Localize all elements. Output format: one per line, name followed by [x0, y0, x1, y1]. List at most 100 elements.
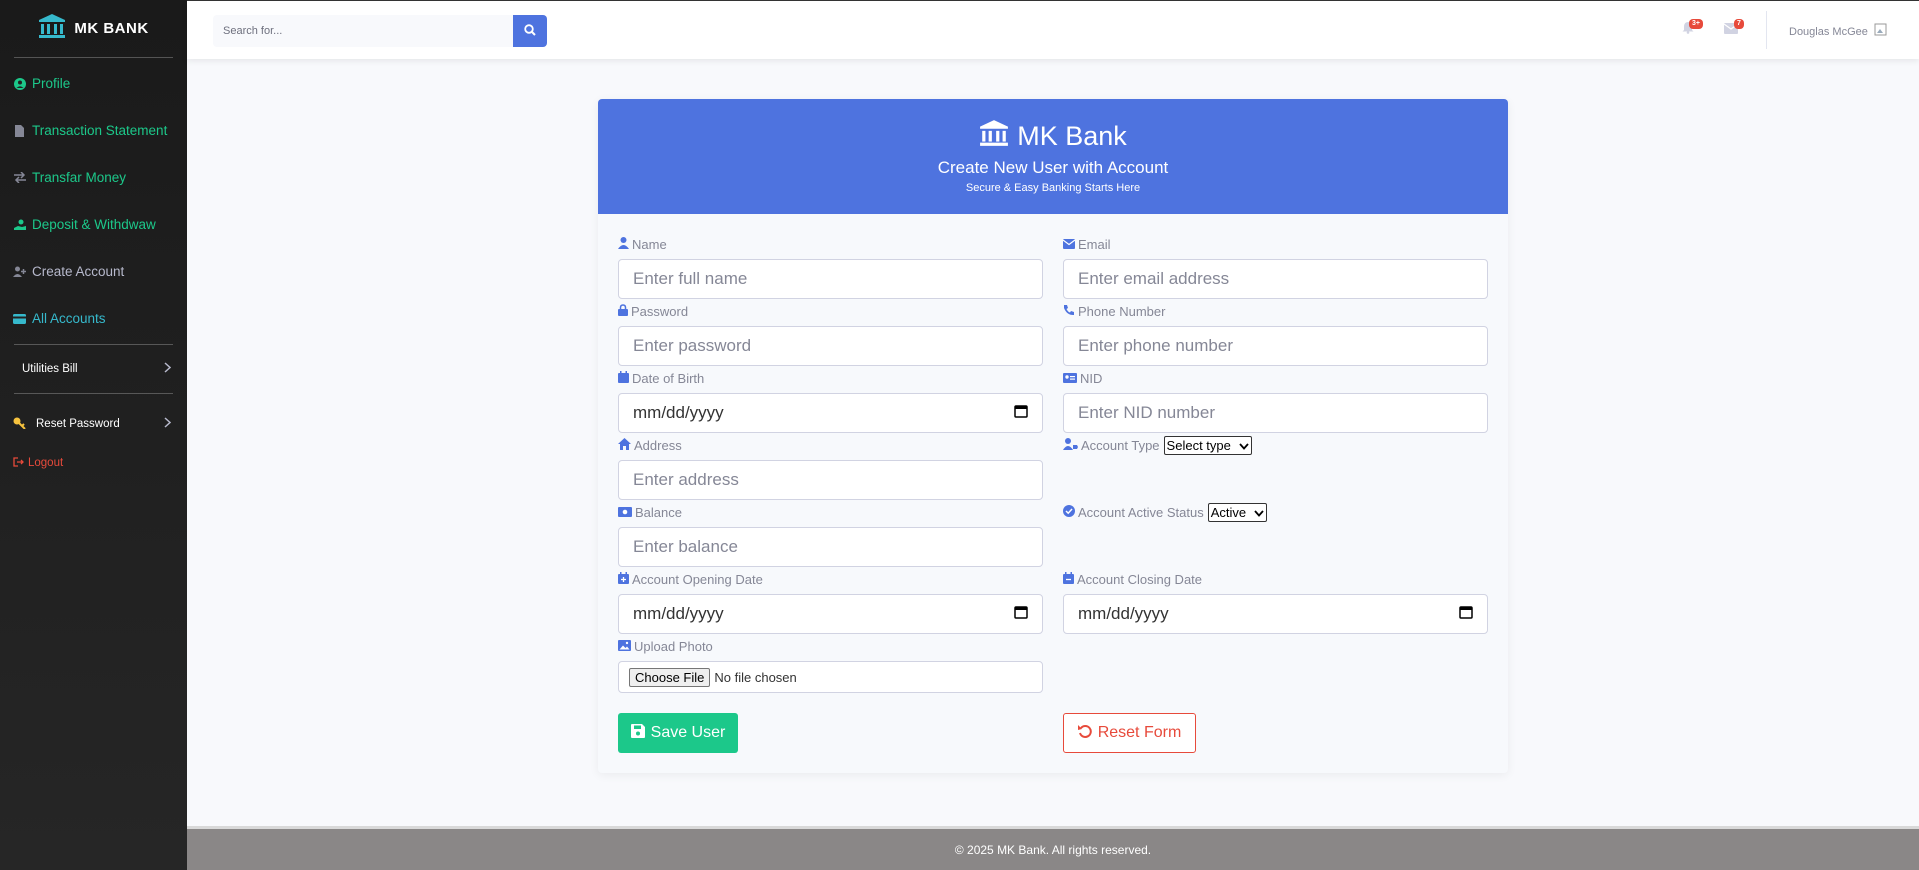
- card-title-text: MK Bank: [1017, 121, 1127, 151]
- closing-date-field: Account Closing Date mm/dd/yyyy: [1063, 571, 1488, 634]
- name-field: Name: [618, 236, 1043, 299]
- card-header: MK Bank Create New User with Account Sec…: [598, 99, 1508, 214]
- closing-date-label: Account Closing Date: [1077, 572, 1203, 587]
- image-icon: [618, 639, 631, 654]
- copyright-text: © 2025 MK Bank. All rights reserved.: [954, 842, 1152, 857]
- file-icon: [13, 124, 26, 137]
- sidebar-item-label: Profile: [32, 76, 71, 91]
- user-plus-icon: [13, 265, 26, 278]
- exchange-icon: [13, 171, 26, 184]
- dob-label: Date of Birth: [632, 371, 705, 386]
- sidebar-item-transaction-statement[interactable]: Transaction Statement: [0, 107, 187, 154]
- calendar-picker-icon[interactable]: [1014, 604, 1028, 624]
- search-button[interactable]: [513, 15, 547, 47]
- email-input[interactable]: [1063, 259, 1488, 299]
- id-card-icon: [1063, 371, 1077, 386]
- calendar-picker-icon[interactable]: [1014, 403, 1028, 423]
- sidebar: MK BANK Profile Transaction Statement Tr…: [0, 0, 187, 870]
- sidebar-item-label: Create Account: [32, 264, 125, 279]
- sign-out-icon: [13, 456, 24, 470]
- password-field: Password: [618, 303, 1043, 366]
- user-menu[interactable]: Douglas McGee: [1789, 23, 1888, 40]
- chevron-down-icon: [1254, 505, 1264, 520]
- upload-photo-field: Upload Photo Choose File No file chosen: [618, 638, 1043, 693]
- sidebar-item-label: Transaction Statement: [32, 123, 168, 138]
- account-type-field: Account Type Select type: [1063, 436, 1488, 455]
- active-status-label: Account Active Status: [1078, 505, 1204, 520]
- search-input[interactable]: [213, 15, 513, 47]
- email-label: Email: [1078, 237, 1111, 252]
- footer: © 2025 MK Bank. All rights reserved.: [187, 826, 1919, 870]
- messages-button[interactable]: 7: [1723, 19, 1744, 39]
- phone-input[interactable]: [1063, 326, 1488, 366]
- sidebar-item-utilities-bill[interactable]: Utilities Bill: [0, 345, 187, 393]
- account-type-select[interactable]: Select type: [1163, 436, 1252, 455]
- user-name: Douglas McGee: [1789, 25, 1868, 38]
- messages-badge: 7: [1734, 19, 1744, 29]
- account-type-label: Account Type: [1081, 438, 1160, 453]
- password-input[interactable]: [618, 326, 1043, 366]
- email-field: Email: [1062, 236, 1488, 299]
- name-input[interactable]: [618, 259, 1043, 299]
- alerts-button[interactable]: 3+: [1682, 19, 1703, 39]
- balance-field: Balance: [618, 504, 1043, 567]
- create-user-card: MK Bank Create New User with Account Sec…: [598, 99, 1508, 773]
- dob-input[interactable]: mm/dd/yyyy: [618, 393, 1043, 433]
- photo-file-input[interactable]: Choose File No file chosen: [618, 661, 1043, 693]
- phone-label: Phone Number: [1078, 304, 1166, 319]
- key-icon: [13, 417, 26, 432]
- search-bar: [213, 15, 547, 47]
- sidebar-brand[interactable]: MK BANK: [14, 0, 173, 58]
- account-type-selected: Select type: [1166, 438, 1231, 453]
- sidebar-item-create-account[interactable]: Create Account: [0, 248, 187, 295]
- sidebar-item-all-accounts[interactable]: All Accounts: [0, 295, 187, 342]
- opening-date-label: Account Opening Date: [632, 572, 763, 587]
- check-circle-icon: [1063, 505, 1075, 520]
- sidebar-item-deposit-withdraw[interactable]: Deposit & Withdwaw: [0, 201, 187, 248]
- topbar: 3+ 7 Douglas McGee: [187, 0, 1919, 59]
- save-user-button[interactable]: Save User: [618, 713, 738, 753]
- password-label: Password: [631, 304, 689, 319]
- active-status-select[interactable]: Active: [1207, 503, 1268, 522]
- user-tag-icon: [1063, 438, 1078, 453]
- chevron-right-icon: [164, 362, 172, 376]
- sidebar-item-label: Reset Password: [36, 418, 120, 430]
- address-field: Address: [618, 437, 1043, 500]
- dob-field: Date of Birth mm/dd/yyyy: [618, 370, 1043, 433]
- choose-file-button[interactable]: Choose File: [629, 667, 711, 687]
- search-icon: [524, 23, 536, 39]
- dob-placeholder: mm/dd/yyyy: [633, 403, 724, 422]
- card-subtitle: Create New User with Account: [937, 158, 1169, 177]
- phone-icon: [1063, 304, 1075, 319]
- sidebar-item-label: All Accounts: [32, 311, 106, 326]
- closing-date-placeholder: mm/dd/yyyy: [1078, 604, 1169, 623]
- sidebar-item-transfer-money[interactable]: Transfar Money: [0, 154, 187, 201]
- home-icon: [618, 438, 631, 453]
- envelope-icon: [1062, 237, 1076, 252]
- hand-holding-money-icon: [13, 218, 26, 231]
- address-label: Address: [634, 438, 682, 453]
- brand-name: MK BANK: [74, 20, 149, 37]
- sidebar-item-logout[interactable]: Logout: [0, 448, 187, 478]
- sidebar-item-label: Logout: [28, 457, 64, 469]
- sidebar-item-reset-password[interactable]: Reset Password: [0, 400, 187, 448]
- balance-label: Balance: [635, 505, 682, 520]
- no-file-text: No file chosen: [714, 669, 797, 685]
- closing-date-input[interactable]: mm/dd/yyyy: [1063, 594, 1488, 634]
- nid-input[interactable]: [1063, 393, 1488, 433]
- chevron-down-icon: [1239, 438, 1249, 453]
- active-status-selected: Active: [1210, 505, 1247, 520]
- opening-date-input[interactable]: mm/dd/yyyy: [618, 594, 1043, 634]
- phone-field: Phone Number: [1063, 303, 1488, 366]
- sidebar-item-label: Transfar Money: [32, 170, 127, 185]
- credit-card-icon: [13, 312, 26, 325]
- address-input[interactable]: [618, 460, 1043, 500]
- card-tagline: Secure & Easy Banking Starts Here: [965, 182, 1141, 194]
- balance-input[interactable]: [618, 527, 1043, 567]
- reset-form-button[interactable]: Reset Form: [1063, 713, 1196, 753]
- sidebar-item-profile[interactable]: Profile: [0, 60, 187, 107]
- save-icon: [630, 723, 645, 743]
- calendar-picker-icon[interactable]: [1459, 604, 1473, 624]
- opening-date-placeholder: mm/dd/yyyy: [633, 604, 724, 623]
- alerts-badge: 3+: [1689, 19, 1703, 29]
